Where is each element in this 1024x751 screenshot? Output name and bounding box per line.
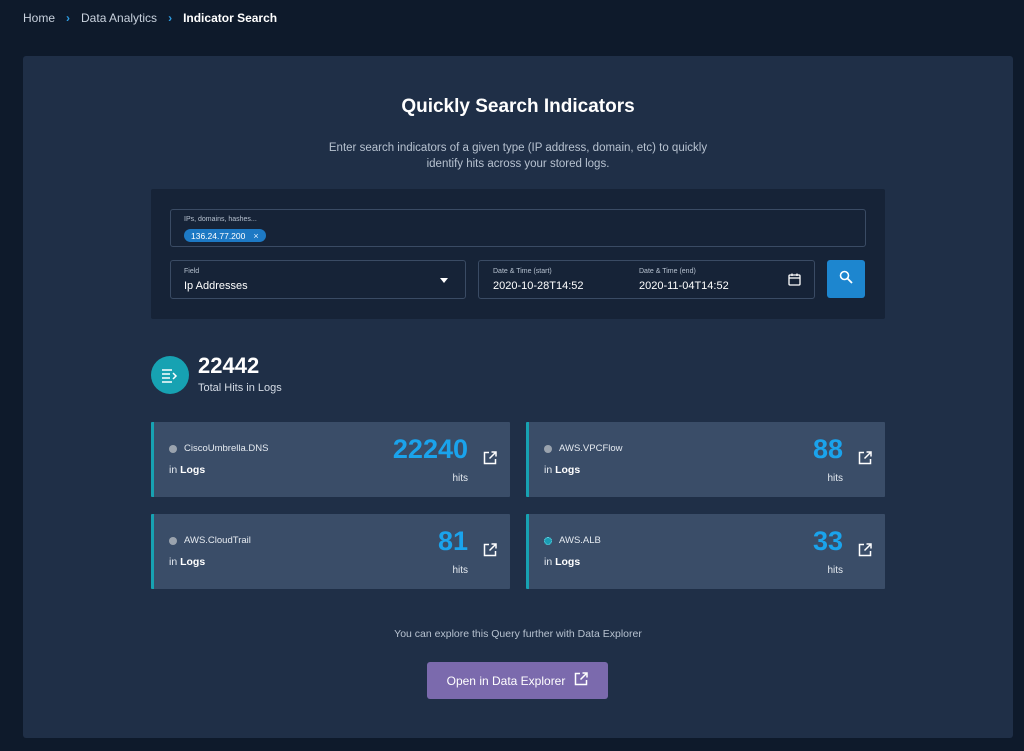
source-card: CiscoUmbrella.DNS in Logs 22240 hits: [151, 422, 510, 497]
source-name: AWS.VPCFlow: [559, 443, 623, 454]
indicator-chip: 136.24.77.200 ×: [184, 229, 266, 242]
end-date-label: Date & Time (end): [639, 268, 696, 275]
hits-label: hits: [827, 565, 843, 576]
source-name: AWS.CloudTrail: [184, 535, 251, 546]
source-logo-icon: [169, 445, 177, 453]
logs-text: Logs: [180, 464, 206, 476]
chevron-right-icon: ›: [168, 11, 173, 25]
source-card: AWS.VPCFlow in Logs 88 hits: [526, 422, 885, 497]
indicator-search-panel: Quickly Search Indicators Enter search i…: [23, 56, 1013, 738]
logs-text: Logs: [555, 556, 581, 568]
external-link-icon: [574, 672, 589, 689]
indicators-placeholder: IPs, domains, hashes...: [184, 216, 257, 223]
breadcrumb: Home › Data Analytics › Indicator Search: [23, 10, 277, 26]
open-data-explorer-label: Open in Data Explorer: [446, 673, 566, 688]
external-link-icon[interactable]: [858, 451, 872, 470]
external-link-icon[interactable]: [858, 543, 872, 562]
logs-text: Logs: [180, 556, 206, 568]
field-select[interactable]: Field Ip Addresses: [170, 260, 466, 299]
field-label: Field: [184, 268, 200, 275]
source-card: AWS.CloudTrail in Logs 81 hits: [151, 514, 510, 589]
logs-text: Logs: [555, 464, 581, 476]
source-location: in Logs: [169, 556, 205, 568]
calendar-icon[interactable]: [788, 273, 801, 291]
source-location: in Logs: [544, 464, 580, 476]
page-title: Quickly Search Indicators: [401, 96, 635, 117]
indicator-chip-label: 136.24.77.200: [191, 230, 246, 241]
field-value: Ip Addresses: [184, 280, 248, 292]
search-icon: [839, 270, 853, 289]
hits-label: hits: [452, 565, 468, 576]
breadcrumb-home[interactable]: Home: [23, 11, 55, 25]
end-date-input[interactable]: 2020-11-04T14:52: [639, 280, 729, 292]
hits-label: hits: [827, 473, 843, 484]
source-logo-icon: [544, 445, 552, 453]
hits-count: 22240: [392, 434, 468, 464]
start-date-label: Date & Time (start): [493, 268, 552, 275]
breadcrumb-indicator-search: Indicator Search: [183, 11, 278, 25]
open-data-explorer-button[interactable]: Open in Data Explorer: [427, 662, 608, 699]
source-card: AWS.ALB in Logs 33 hits: [526, 514, 885, 589]
date-range-field: Date & Time (start) 2020-10-28T14:52 Dat…: [478, 260, 815, 299]
in-text: in: [544, 464, 553, 476]
indicators-input[interactable]: IPs, domains, hashes... 136.24.77.200 ×: [170, 209, 866, 247]
external-link-icon[interactable]: [483, 451, 497, 470]
hits-label: hits: [452, 473, 468, 484]
source-name: AWS.ALB: [559, 535, 601, 546]
total-hits-value: 22442: [198, 353, 260, 378]
hits-count: 81: [437, 526, 468, 556]
caret-down-icon: [440, 278, 448, 283]
chevron-right-icon: ›: [66, 11, 71, 25]
explore-hint: You can explore this Query further with …: [394, 628, 642, 640]
source-name: CiscoUmbrella.DNS: [184, 443, 269, 454]
hits-count: 33: [812, 526, 843, 556]
page-description: Enter search indicators of a given type …: [328, 142, 708, 170]
total-hits-label: Total Hits in Logs: [198, 382, 282, 394]
source-logo-icon: [169, 537, 177, 545]
in-text: in: [544, 556, 553, 568]
external-link-icon[interactable]: [483, 543, 497, 562]
breadcrumb-data-analytics[interactable]: Data Analytics: [81, 11, 157, 25]
source-location: in Logs: [544, 556, 580, 568]
in-text: in: [169, 464, 178, 476]
source-logo-icon: [544, 537, 552, 545]
source-location: in Logs: [169, 464, 205, 476]
in-text: in: [169, 556, 178, 568]
search-button[interactable]: [827, 260, 865, 298]
close-icon[interactable]: ×: [253, 231, 258, 241]
log-list-icon: [151, 356, 189, 394]
search-form: IPs, domains, hashes... 136.24.77.200 × …: [151, 189, 885, 319]
hits-count: 88: [812, 434, 843, 464]
start-date-input[interactable]: 2020-10-28T14:52: [493, 280, 584, 292]
